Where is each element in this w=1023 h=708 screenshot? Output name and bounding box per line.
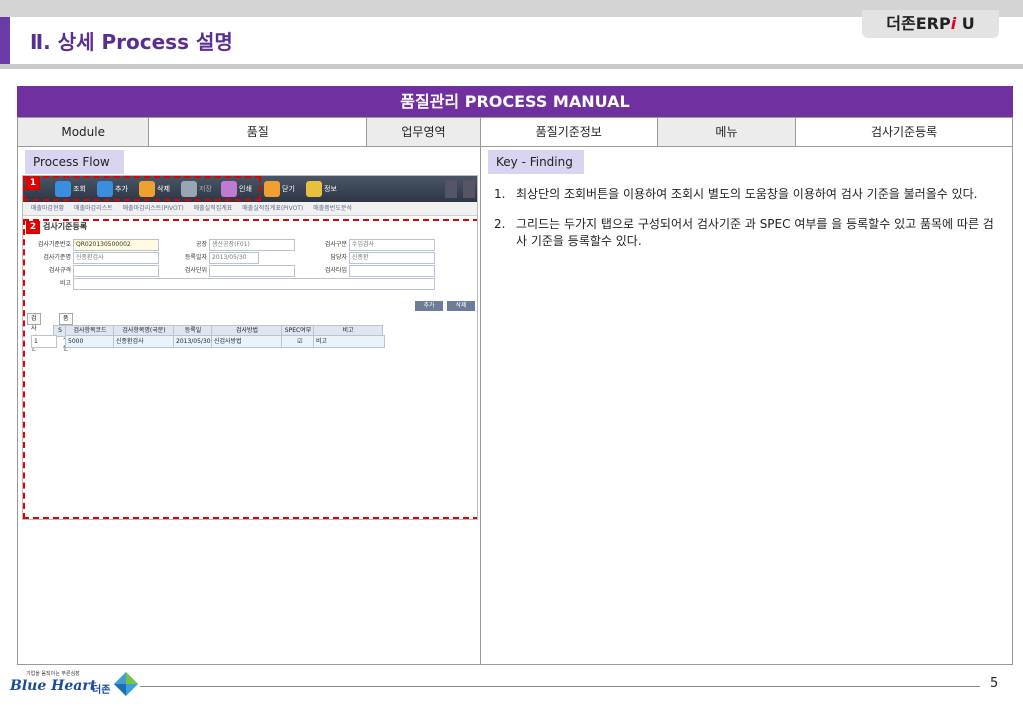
info-button[interactable]: 정보 xyxy=(306,180,337,198)
maximize-button[interactable] xyxy=(463,180,475,198)
note-label: 비고 xyxy=(59,280,71,287)
step-badge-1: 1 xyxy=(26,177,40,190)
close-icon xyxy=(264,181,280,197)
highlight-box-1 xyxy=(23,176,261,201)
owner-input[interactable]: 신종환 xyxy=(349,252,435,264)
menu-tab[interactable]: 매출마감리스트(PIVOT) xyxy=(123,205,184,212)
heart-logo-icon xyxy=(114,672,138,696)
spec-checkbox[interactable]: ☑ xyxy=(281,335,317,348)
unit-input[interactable] xyxy=(209,265,295,277)
module-label: Module xyxy=(18,118,150,146)
finding-number: 1. xyxy=(494,187,506,201)
finding-number: 2. xyxy=(494,217,506,231)
erp-screenshot: 조회 추가 삭제 저장 인쇄 닫기 정보 1 매출마감현황 매출마감리스트 매출… xyxy=(22,175,478,520)
kind-label: 검사타입 xyxy=(324,267,347,274)
finding-item: 2. 그리드는 두가지 탭으로 구성되어서 검사기준 과 SPEC 여부를 을 … xyxy=(494,216,999,250)
footer-logo: 기업을 움직이는 푸른심장 Blue Heart 더존 xyxy=(8,668,138,700)
spec-input[interactable] xyxy=(73,265,159,277)
menu-value: 검사기준등록 xyxy=(870,125,938,139)
grid-cell[interactable]: 신종환검사 xyxy=(113,335,177,348)
form-row: 검사기준명 신종환검사 등록일자 2013/05/30 담당자 신종환 xyxy=(27,252,475,264)
code-label: 검사기준번호 xyxy=(37,241,71,248)
finding-text: 그리드는 두가지 탭으로 구성되어서 검사기준 과 SPEC 여부를 을 등록할… xyxy=(516,217,994,248)
page-title: Ⅱ. 상세 Process 설명 xyxy=(30,30,233,54)
area-label: 업무영역 xyxy=(367,118,481,146)
menu-tab[interactable]: 매출마감현황 xyxy=(31,205,64,212)
form-row: 비고 xyxy=(27,278,475,290)
type-label: 검사구분 xyxy=(324,241,347,248)
key-finding-label: Key - Finding xyxy=(488,150,584,174)
footer-logo-kr: 더존 xyxy=(92,685,111,696)
plant-label: 공장 xyxy=(195,241,207,248)
type-select[interactable]: 수입검사 xyxy=(349,239,435,251)
date-label: 등록일자 xyxy=(184,254,207,261)
grid-cell[interactable]: 5000 xyxy=(65,335,117,348)
highlight-box-2 xyxy=(23,219,477,519)
date-input[interactable]: 2013/05/30 xyxy=(209,252,259,264)
window-button[interactable] xyxy=(445,180,457,198)
form-title: 검사기준등록 xyxy=(43,222,88,231)
menu-label: 메뉴 xyxy=(657,118,797,146)
code-input[interactable]: QR020130500002 xyxy=(73,239,159,251)
kind-input[interactable] xyxy=(349,265,435,277)
findings-list: 1. 최상단의 조회버튼을 이용하여 조회시 별도의 도움창을 이용하여 검사 … xyxy=(494,186,999,263)
owner-label: 담당자 xyxy=(330,254,347,261)
menu-tab[interactable]: 매출실적집계표 xyxy=(194,205,233,212)
footer-divider xyxy=(140,686,980,687)
title-accent-bar xyxy=(0,17,10,64)
grid-cell[interactable]: 신검사방법 xyxy=(211,335,285,348)
menu-tab[interactable]: 매출마감리스트 xyxy=(74,205,113,212)
erp-menu-tabs: 매출마감현황 매출마감리스트 매출마감리스트(PIVOT) 매출실적집계표 매출… xyxy=(23,202,477,216)
step-badge-2: 2 xyxy=(26,221,40,234)
spec-label: 검사규격 xyxy=(48,267,71,274)
module-value: 품질 xyxy=(149,118,368,146)
area-value: 품질기준정보 xyxy=(481,118,658,146)
tab-inspection-standard[interactable]: 검사기준 xyxy=(27,313,41,352)
form-row: 검사기준번호 QR020130500002 공장 생산공장(F01) 검사구분 … xyxy=(27,239,475,251)
grid-cell[interactable]: 비고 xyxy=(313,335,385,348)
brand-logo: 더존ERPi U xyxy=(862,10,999,38)
close-label: 닫기 xyxy=(282,185,295,193)
name-label: 검사기준명 xyxy=(43,254,71,261)
meta-row: Module 품질 업무영역 품질기준정보 메뉴 검사기준등록 xyxy=(17,117,1013,147)
finding-text: 최상단의 조회버튼을 이용하여 조회시 별도의 도움창을 이용하여 검사 기준을… xyxy=(516,187,978,201)
menu-tab[interactable]: 매출품번도분석 xyxy=(313,205,352,212)
inspection-grid: S 검사항목코드 검사항목명(국문) 등록일 검사방법 SPEC여부 비고 1 … xyxy=(31,325,385,349)
grid-cell: 1 xyxy=(31,335,57,348)
footer-tagline: 기업을 움직이는 푸른심장 xyxy=(26,671,80,677)
unit-label: 검사단위 xyxy=(184,267,207,274)
grid-cell[interactable]: 2013/05/30 xyxy=(173,335,215,348)
grid-delete-button[interactable]: 삭제 xyxy=(447,301,475,311)
header-divider xyxy=(0,64,1023,69)
manual-title: 품질관리 PROCESS MANUAL xyxy=(17,86,1013,117)
footer-logo-text: Blue Heart xyxy=(10,678,97,694)
tab-item-standard[interactable]: 품목기준 xyxy=(59,313,73,352)
info-label: 정보 xyxy=(324,185,337,193)
close-button[interactable]: 닫기 xyxy=(264,180,295,198)
name-input[interactable]: 신종환검사 xyxy=(73,252,159,264)
grid-add-button[interactable]: 추가 xyxy=(415,301,443,311)
finding-item: 1. 최상단의 조회버튼을 이용하여 조회시 별도의 도움창을 이용하여 검사 … xyxy=(494,186,999,203)
plant-select[interactable]: 생산공장(F01) xyxy=(209,239,295,251)
page-number: 5 xyxy=(990,676,999,691)
info-icon xyxy=(306,181,322,197)
process-flow-label: Process Flow xyxy=(25,150,124,174)
note-input[interactable] xyxy=(73,278,435,290)
form-row: 검사규격 검사단위 검사타입 xyxy=(27,265,475,277)
menu-tab[interactable]: 매출실적집계표(PIVOT) xyxy=(242,205,303,212)
